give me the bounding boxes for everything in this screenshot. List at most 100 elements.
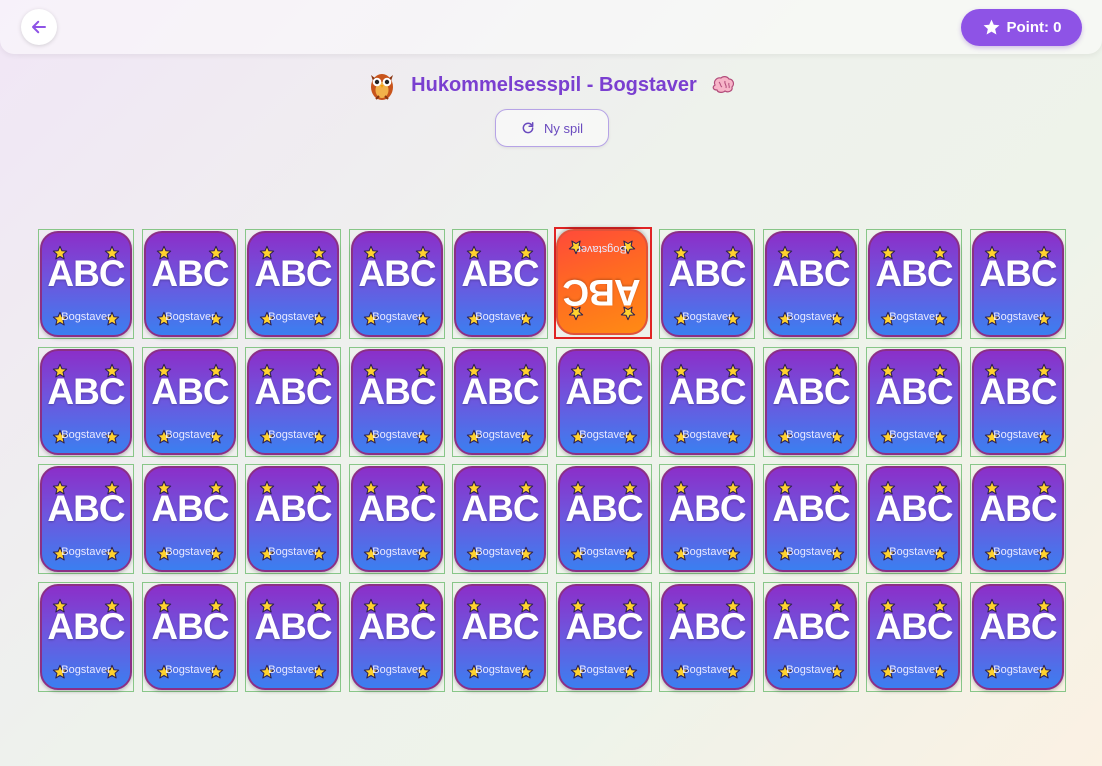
card-label: Bogstaver (786, 311, 836, 323)
memory-card[interactable]: ABC Bogstaver (245, 464, 341, 574)
memory-card[interactable]: ABC Bogstaver (142, 582, 238, 692)
card-label: Bogstaver (682, 311, 732, 323)
memory-card[interactable]: ABC Bogstaver (970, 229, 1066, 339)
card-face: ABC Bogstaver (868, 466, 960, 572)
card-text: ABC (151, 606, 229, 647)
new-game-button[interactable]: Ny spil (495, 109, 609, 147)
brain-icon (712, 76, 734, 93)
card-face: ABC Bogstaver (868, 231, 960, 337)
card-label: Bogstaver (579, 429, 629, 441)
memory-card[interactable]: ABC Bogstaver (659, 229, 755, 339)
card-label: Bogstaver (165, 429, 215, 441)
card-text: ABC (875, 488, 953, 529)
card-text: ABC (461, 488, 539, 529)
game-title: Hukommelsesspil - Bogstaver (411, 73, 697, 96)
card-text: ABC (358, 606, 436, 647)
memory-card[interactable]: ABC Bogstaver (245, 582, 341, 692)
memory-card[interactable]: ABC Bogstaver (452, 464, 548, 574)
card-text: ABC (254, 371, 332, 412)
card-face: ABC Bogstaver (868, 349, 960, 455)
card-text: ABC (565, 371, 643, 412)
top-bar: Point: 0 (0, 0, 1102, 54)
arrow-left-icon (32, 20, 46, 34)
card-label: Bogstaver (268, 429, 318, 441)
card-text: ABC (358, 488, 436, 529)
card-label: Bogstaver (475, 429, 525, 441)
memory-card[interactable]: ABC Bogstaver (866, 582, 962, 692)
new-game-label: Ny spil (543, 120, 583, 136)
memory-card[interactable]: ABC Bogstaver (866, 464, 962, 574)
card-text: ABC (875, 606, 953, 647)
memory-card[interactable]: ABC Bogstaver (763, 347, 859, 457)
memory-card[interactable]: ABC Bogstaver (970, 582, 1066, 692)
card-face: ABC Bogstaver (661, 584, 753, 690)
memory-card[interactable]: ABC Bogstaver (452, 347, 548, 457)
card-text: ABC (151, 371, 229, 412)
card-label: Bogstaver (165, 546, 215, 558)
card-label: Bogstaver (475, 664, 525, 676)
card-face: ABC Bogstaver (454, 349, 546, 455)
memory-card[interactable]: ABC Bogstaver (142, 464, 238, 574)
card-label: Bogstaver (682, 429, 732, 441)
memory-card[interactable]: ABC Bogstaver (970, 347, 1066, 457)
memory-card[interactable]: ABC Bogstaver (763, 229, 859, 339)
memory-card[interactable]: ABC Bogstaver (142, 347, 238, 457)
memory-card[interactable]: ABC Bogstaver (556, 582, 652, 692)
card-face: ABC Bogstaver (972, 466, 1064, 572)
memory-card[interactable]: ABC Bogstaver (452, 582, 548, 692)
memory-card[interactable]: ABC Bogstaver (659, 464, 755, 574)
card-face: ABC Bogstaver (351, 231, 443, 337)
memory-card[interactable]: ABC Bogstaver (349, 347, 445, 457)
card-label: Bogstaver (993, 429, 1043, 441)
card-text: ABC (772, 371, 850, 412)
memory-card[interactable]: ABC Bogstaver (349, 229, 445, 339)
memory-card[interactable]: ABC Bogstaver (763, 464, 859, 574)
memory-card[interactable]: ABC Bogstaver (245, 347, 341, 457)
card-grid: ABC Bogstaver ABC Bogstaver ABC Bogstaver ABC B… (38, 227, 1066, 692)
card-face: ABC Bogstaver (558, 466, 650, 572)
memory-card[interactable]: ABC Bogstaver (349, 582, 445, 692)
card-face: ABC Bogstaver (661, 231, 753, 337)
memory-card[interactable]: ABC Bogstaver (970, 464, 1066, 574)
card-text: ABC (668, 253, 746, 294)
card-face: ABC Bogstaver (454, 584, 546, 690)
card-text: ABC (151, 253, 229, 294)
card-text: ABC (47, 488, 125, 529)
card-face: ABC Bogstaver (247, 231, 339, 337)
card-text: ABC (772, 488, 850, 529)
card-label: Bogstaver (268, 311, 318, 323)
card-text: ABC (461, 371, 539, 412)
card-label: Bogstaver (993, 311, 1043, 323)
card-label: Bogstaver (786, 429, 836, 441)
card-label: Bogstaver (268, 546, 318, 558)
memory-card[interactable]: ABC Bogstaver (556, 464, 652, 574)
back-button[interactable] (21, 9, 57, 45)
card-text: ABC (979, 488, 1057, 529)
memory-card[interactable]: ABC Bogstaver (38, 464, 134, 574)
card-face: ABC Bogstaver (247, 584, 339, 690)
card-text: ABC (254, 488, 332, 529)
card-face: ABC Bogstaver (556, 229, 648, 335)
card-face: ABC Bogstaver (765, 584, 857, 690)
points-label: Point: 0 (1006, 19, 1062, 36)
memory-card[interactable]: ABC Bogstaver (245, 229, 341, 339)
card-text: ABC (47, 253, 125, 294)
memory-card[interactable]: ABC Bogstaver (554, 227, 652, 339)
memory-card[interactable]: ABC Bogstaver (452, 229, 548, 339)
memory-card[interactable]: ABC Bogstaver (349, 464, 445, 574)
card-text: ABC (358, 253, 436, 294)
card-face: ABC Bogstaver (661, 466, 753, 572)
memory-card[interactable]: ABC Bogstaver (142, 229, 238, 339)
card-text: ABC (875, 253, 953, 294)
memory-card[interactable]: ABC Bogstaver (866, 347, 962, 457)
memory-card[interactable]: ABC Bogstaver (556, 347, 652, 457)
memory-card[interactable]: ABC Bogstaver (659, 582, 755, 692)
memory-card[interactable]: ABC Bogstaver (866, 229, 962, 339)
memory-card[interactable]: ABC Bogstaver (38, 582, 134, 692)
memory-card[interactable]: ABC Bogstaver (38, 347, 134, 457)
memory-card[interactable]: ABC Bogstaver (763, 582, 859, 692)
card-label: Bogstaver (268, 664, 318, 676)
card-face: ABC Bogstaver (972, 584, 1064, 690)
memory-card[interactable]: ABC Bogstaver (659, 347, 755, 457)
memory-card[interactable]: ABC Bogstaver (38, 229, 134, 339)
